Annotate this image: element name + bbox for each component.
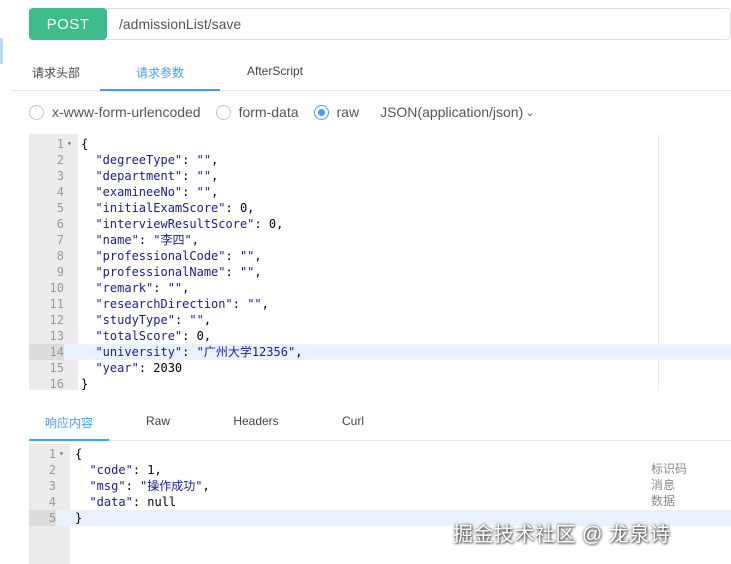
code-text: "department": "",	[95, 169, 219, 183]
line-number: 1	[56, 137, 64, 151]
line-number: 13	[49, 329, 64, 343]
code-text: "university": "广州大学12356",	[95, 345, 303, 359]
annotation-label: 标识码	[651, 462, 688, 476]
line-number: 4	[56, 185, 64, 199]
radio-circle-icon	[313, 104, 329, 120]
request-body-editor[interactable]: 1 ▾{2 "degreeType": "", 3 "department": ""…	[29, 134, 731, 390]
code-text: "professionalCode": "",	[95, 249, 262, 263]
code-text: "professionalName": "",	[95, 265, 262, 279]
code-line[interactable]: 3 "msg": "操作成功",	[29, 478, 731, 494]
code-text: "researchDirection": "",	[95, 297, 269, 311]
line-number: 15	[49, 361, 64, 375]
line-number: 11	[49, 297, 64, 311]
content-type-dropdown[interactable]: JSON(application/json) ⌄	[380, 104, 534, 120]
code-line[interactable]: 13 "totalScore": 0,	[29, 328, 731, 344]
code-line[interactable]: 5 "initialExamScore": 0,	[29, 200, 731, 216]
response-tabs: 响应内容 Raw Headers Curl	[29, 404, 731, 441]
radio-body-type-0[interactable]: x-www-form-urlencoded	[29, 104, 201, 120]
code-text: "interviewResultScore": 0,	[95, 217, 284, 231]
line-number: 7	[56, 233, 64, 247]
code-line[interactable]: 1 ▾ {	[29, 136, 731, 152]
radio-circle-icon	[215, 104, 231, 120]
fold-arrow-icon[interactable]: ▾	[67, 136, 72, 152]
code-line[interactable]: 16}	[29, 376, 731, 390]
code-text: "data": null	[89, 495, 177, 509]
code-line[interactable]: 3 "department": "",	[29, 168, 731, 184]
code-text: "studyType": "",	[95, 313, 212, 327]
panel-edge-marker	[0, 38, 3, 64]
radio-body-type-2[interactable]: raw	[313, 104, 360, 120]
code-line[interactable]: 11 "researchDirection": "",	[29, 296, 731, 312]
code-line[interactable]: 10 "remark": "",	[29, 280, 731, 296]
radio-body-type-1[interactable]: form-data	[215, 104, 299, 120]
code-text: }	[75, 511, 83, 525]
method-button[interactable]: POST	[29, 8, 107, 40]
code-text: "msg": "操作成功",	[89, 479, 210, 493]
tab-request-1[interactable]: 请求参数	[100, 56, 220, 91]
line-number: 10	[49, 281, 64, 295]
code-line[interactable]: 12 "studyType": "",	[29, 312, 731, 328]
line-number: 16	[49, 377, 64, 390]
tab-response-0[interactable]: 响应内容	[29, 404, 109, 441]
code-line[interactable]: 9 "professionalName": "",	[29, 264, 731, 280]
line-number: 2	[56, 153, 64, 167]
line-number: 8	[56, 249, 64, 263]
url-input[interactable]	[107, 9, 730, 39]
watermark: 掘金技术社区 @ 龙泉诗	[453, 524, 671, 546]
code-text: "remark": "",	[95, 281, 190, 295]
fold-arrow-icon[interactable]: ▾	[59, 446, 64, 462]
request-tabs: 请求头部 请求参数 AfterScript	[12, 56, 731, 91]
line-number: 6	[56, 217, 64, 231]
request-url-bar: POST	[29, 8, 731, 40]
code-line[interactable]: 15 "year": 2030	[29, 360, 731, 376]
line-number: 14	[29, 344, 64, 360]
code-text: "initialExamScore": 0,	[95, 201, 255, 215]
annotation-label: 消息	[651, 478, 676, 492]
tab-response-2[interactable]: Headers	[207, 404, 305, 441]
line-number: 3	[48, 479, 56, 493]
code-line[interactable]: 2 "degreeType": "",	[29, 152, 731, 168]
body-type-selector: x-www-form-urlencoded form-data raw JSON(ap…	[29, 102, 534, 122]
code-text: }	[81, 377, 89, 390]
line-number: 5	[56, 201, 64, 215]
line-number: 3	[56, 169, 64, 183]
tab-response-3[interactable]: Curl	[305, 404, 401, 441]
code-line[interactable]: 4 "data": null	[29, 494, 731, 510]
field-annotations: 标识码 消息 数据	[651, 461, 687, 509]
radio-label: raw	[336, 104, 360, 120]
code-line[interactable]: 6 "interviewResultScore": 0,	[29, 216, 731, 232]
radio-label: form-data	[238, 104, 299, 120]
code-text: {	[81, 137, 89, 151]
line-number: 12	[49, 313, 64, 327]
code-line[interactable]: 1 ▾ {	[29, 446, 731, 462]
annotation-label: 数据	[651, 494, 676, 508]
code-line[interactable]: 14 "university": "广州大学12356",	[29, 344, 731, 360]
code-text: "year": 2030	[95, 361, 183, 375]
line-number: 1	[48, 447, 56, 461]
line-number: 2	[48, 463, 56, 477]
code-line[interactable]: 2 "code": 1,	[29, 462, 731, 478]
radio-label: x-www-form-urlencoded	[52, 104, 201, 120]
chevron-down-icon: ⌄	[525, 106, 535, 119]
tab-response-1[interactable]: Raw	[109, 404, 207, 441]
line-number: 5	[29, 510, 56, 526]
code-line[interactable]: 4 "examineeNo": "",	[29, 184, 731, 200]
code-line[interactable]: 7 "name": "李四",	[29, 232, 731, 248]
code-line[interactable]: 8 "professionalCode": "",	[29, 248, 731, 264]
code-text: {	[75, 447, 83, 461]
tab-request-0[interactable]: 请求头部	[12, 56, 100, 91]
code-text: "name": "李四",	[95, 233, 199, 247]
radio-circle-icon	[29, 104, 44, 120]
code-text: "totalScore": 0,	[95, 329, 212, 343]
code-text: "degreeType": "",	[95, 153, 219, 167]
content-type-label: JSON(application/json)	[380, 104, 524, 120]
tab-request-2[interactable]: AfterScript	[220, 56, 330, 91]
code-text: "code": 1,	[89, 463, 162, 477]
line-number: 4	[48, 495, 56, 509]
line-number: 9	[56, 265, 64, 279]
code-text: "examineeNo": "",	[95, 185, 219, 199]
